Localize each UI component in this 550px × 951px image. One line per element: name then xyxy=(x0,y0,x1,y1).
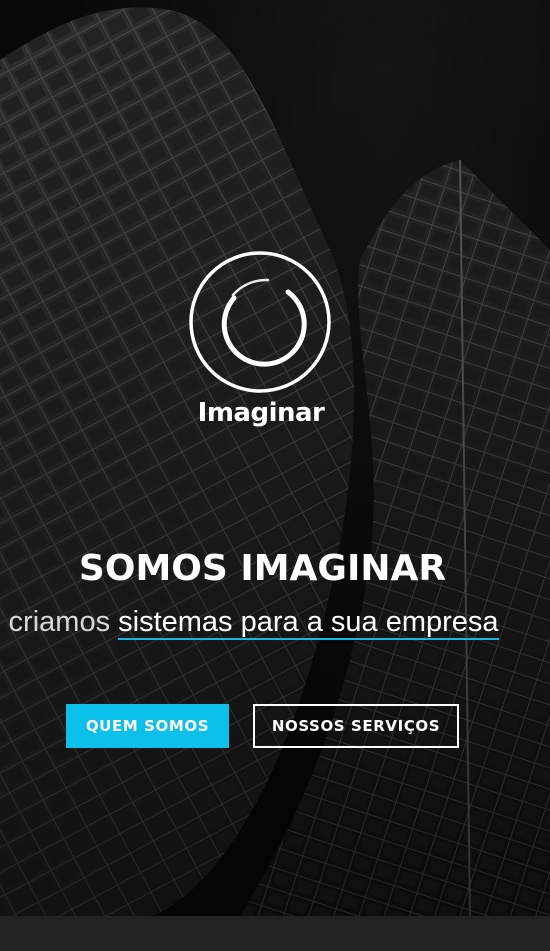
dark-overlay xyxy=(0,0,550,916)
circular-arc-logo-icon xyxy=(189,251,331,393)
tagline-prefix: s criamos xyxy=(0,606,111,638)
tagline-typed-text: sistemas para a sua empresa xyxy=(118,606,499,640)
bottom-bar xyxy=(0,916,550,951)
quem-somos-button[interactable]: QUEM SOMOS xyxy=(66,704,229,748)
nossos-servicos-button[interactable]: NOSSOS SERVIÇOS xyxy=(253,704,459,748)
page-title: SOMOS IMAGINAR xyxy=(78,548,447,589)
hero-section xyxy=(0,0,550,916)
hero-tagline: s criamos sistemas para a sua empresa xyxy=(0,606,499,640)
brand-name: Imaginar xyxy=(197,398,325,428)
